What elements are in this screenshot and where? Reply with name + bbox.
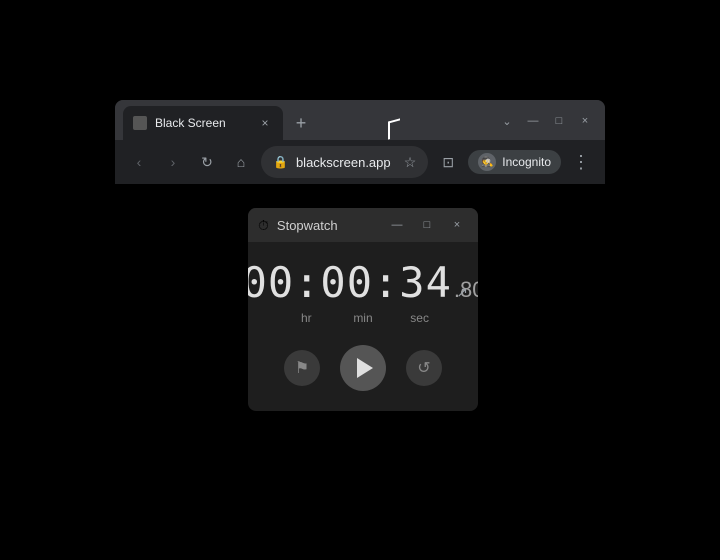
close-button[interactable]: × (573, 109, 597, 133)
stopwatch-body: ↗ 00:00:34 .80 hr min sec ⚑ ↺ (248, 242, 478, 411)
reset-icon: ↺ (417, 358, 430, 378)
stopwatch-close-button[interactable]: × (446, 214, 468, 236)
address-bar[interactable]: 🔒 blackscreen.app ☆ (261, 146, 428, 178)
refresh-button[interactable]: ↻ (193, 148, 221, 176)
lock-icon: 🔒 (273, 155, 288, 169)
time-labels: hr min sec (268, 311, 458, 325)
play-icon (357, 358, 373, 378)
tab-bar: Black Screen × + ⌄ — □ × (115, 100, 605, 140)
flag-icon: ⚑ (295, 358, 309, 378)
stopwatch-minimize-button[interactable]: — (386, 214, 408, 236)
stopwatch-icon: ⏱ (258, 217, 269, 234)
play-button[interactable] (340, 345, 386, 391)
address-text: blackscreen.app (296, 155, 396, 170)
time-main: 00:00:34 (248, 258, 452, 307)
time-display: 00:00:34 .80 (268, 258, 458, 307)
forward-button[interactable]: › (159, 148, 187, 176)
minimize-button[interactable]: — (521, 109, 545, 133)
tab-close-button[interactable]: × (257, 115, 273, 131)
browser-menu-button[interactable]: ⋮ (567, 148, 595, 176)
nav-bar: ‹ › ↻ ⌂ 🔒 blackscreen.app ☆ ⊡ 🕵 Incognit… (115, 140, 605, 184)
new-tab-button[interactable]: + (287, 109, 315, 137)
chevron-down-button[interactable]: ⌄ (495, 109, 519, 133)
tab-title: Black Screen (155, 116, 249, 130)
stopwatch-controls: ⚑ ↺ (268, 345, 458, 391)
tab-favicon (133, 116, 147, 130)
stopwatch-maximize-button[interactable]: □ (416, 214, 438, 236)
active-tab[interactable]: Black Screen × (123, 106, 283, 140)
minutes-label: min (343, 311, 383, 325)
window-controls: ⌄ — □ × (495, 109, 597, 137)
stopwatch-title: Stopwatch (277, 218, 378, 233)
expand-icon[interactable]: ↗ (456, 284, 468, 301)
hours-label: hr (286, 311, 326, 325)
profile-label: Incognito (502, 155, 551, 169)
profile-button[interactable]: 🕵 Incognito (468, 150, 561, 174)
home-button[interactable]: ⌂ (227, 148, 255, 176)
extensions-button[interactable]: ⊡ (434, 148, 462, 176)
stopwatch-title-bar: ⏱ Stopwatch — □ × (248, 208, 478, 242)
bookmark-icon[interactable]: ☆ (404, 154, 417, 171)
maximize-button[interactable]: □ (547, 109, 571, 133)
profile-avatar: 🕵 (478, 153, 496, 171)
flag-button[interactable]: ⚑ (284, 350, 320, 386)
back-button[interactable]: ‹ (125, 148, 153, 176)
seconds-label: sec (400, 311, 440, 325)
reset-button[interactable]: ↺ (406, 350, 442, 386)
stopwatch-widget: ⏱ Stopwatch — □ × ↗ 00:00:34 .80 hr min … (248, 208, 478, 411)
